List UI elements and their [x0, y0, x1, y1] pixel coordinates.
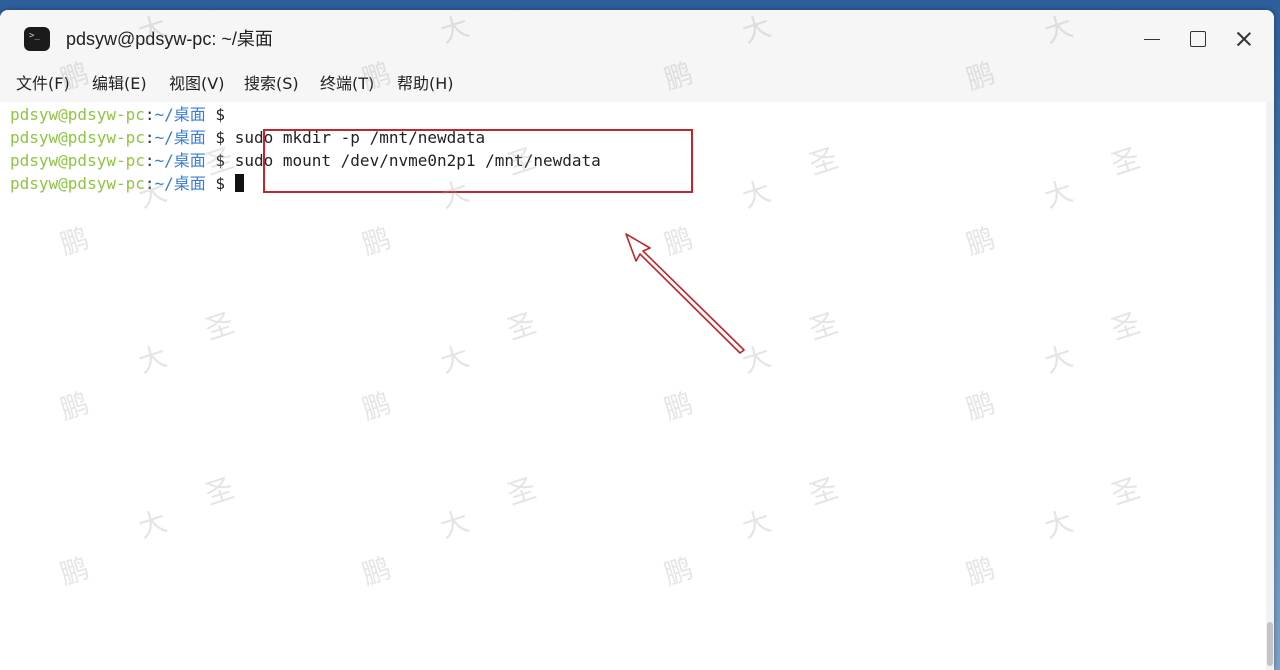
text-cursor — [234, 174, 244, 192]
prompt-separator: : — [144, 151, 155, 170]
close-button[interactable] — [1228, 24, 1260, 54]
prompt-user-host: pdsyw@pdsyw-pc — [10, 105, 145, 124]
menu-file[interactable]: 文件(F) — [16, 74, 70, 94]
prompt-user-host: pdsyw@pdsyw-pc — [10, 174, 145, 193]
prompt-path: ~/桌面 — [154, 105, 206, 124]
menu-bar: 文件(F) 编辑(E) 视图(V) 搜索(S) 终端(T) 帮助(H) — [0, 66, 1274, 102]
maximize-icon — [1190, 31, 1206, 47]
menu-search[interactable]: 搜索(S) — [244, 74, 299, 94]
prompt-separator: : — [144, 128, 155, 147]
prompt-path: ~/桌面 — [154, 174, 206, 193]
minimize-button[interactable] — [1136, 24, 1168, 54]
menu-edit[interactable]: 编辑(E) — [92, 74, 147, 94]
prompt-user-host: pdsyw@pdsyw-pc — [10, 128, 145, 147]
scrollbar-thumb[interactable] — [1267, 622, 1273, 666]
prompt-separator: : — [144, 174, 155, 193]
prompt-dollar: $ — [215, 128, 226, 147]
minimize-icon — [1144, 38, 1160, 40]
prompt-path: ~/桌面 — [154, 128, 206, 147]
menu-terminal[interactable]: 终端(T) — [320, 74, 374, 94]
prompt-separator: : — [144, 105, 155, 124]
prompt-path: ~/桌面 — [154, 151, 206, 170]
terminal-line: pdsyw@pdsyw-pc:~/桌面 $ — [10, 173, 244, 195]
terminal-output[interactable]: pdsyw@pdsyw-pc:~/桌面 $ pdsyw@pdsyw-pc:~/桌… — [0, 102, 1266, 670]
annotation-highlight-box — [263, 129, 693, 193]
menu-view[interactable]: 视图(V) — [169, 74, 224, 94]
prompt-dollar: $ — [215, 105, 226, 124]
close-icon — [1236, 31, 1252, 47]
vertical-scrollbar[interactable] — [1266, 102, 1274, 670]
prompt-dollar: $ — [215, 174, 226, 193]
menu-help[interactable]: 帮助(H) — [397, 74, 454, 94]
terminal-icon: >_ — [24, 27, 50, 51]
terminal-line: pdsyw@pdsyw-pc:~/桌面 $ — [10, 104, 235, 126]
terminal-window: >_ pdsyw@pdsyw-pc: ~/桌面 文件(F) 编辑(E) 视图(V… — [0, 10, 1274, 670]
title-bar[interactable]: >_ pdsyw@pdsyw-pc: ~/桌面 — [0, 10, 1274, 66]
window-title: pdsyw@pdsyw-pc: ~/桌面 — [66, 29, 273, 49]
maximize-button[interactable] — [1182, 24, 1214, 54]
prompt-user-host: pdsyw@pdsyw-pc — [10, 151, 145, 170]
prompt-dollar: $ — [215, 151, 226, 170]
